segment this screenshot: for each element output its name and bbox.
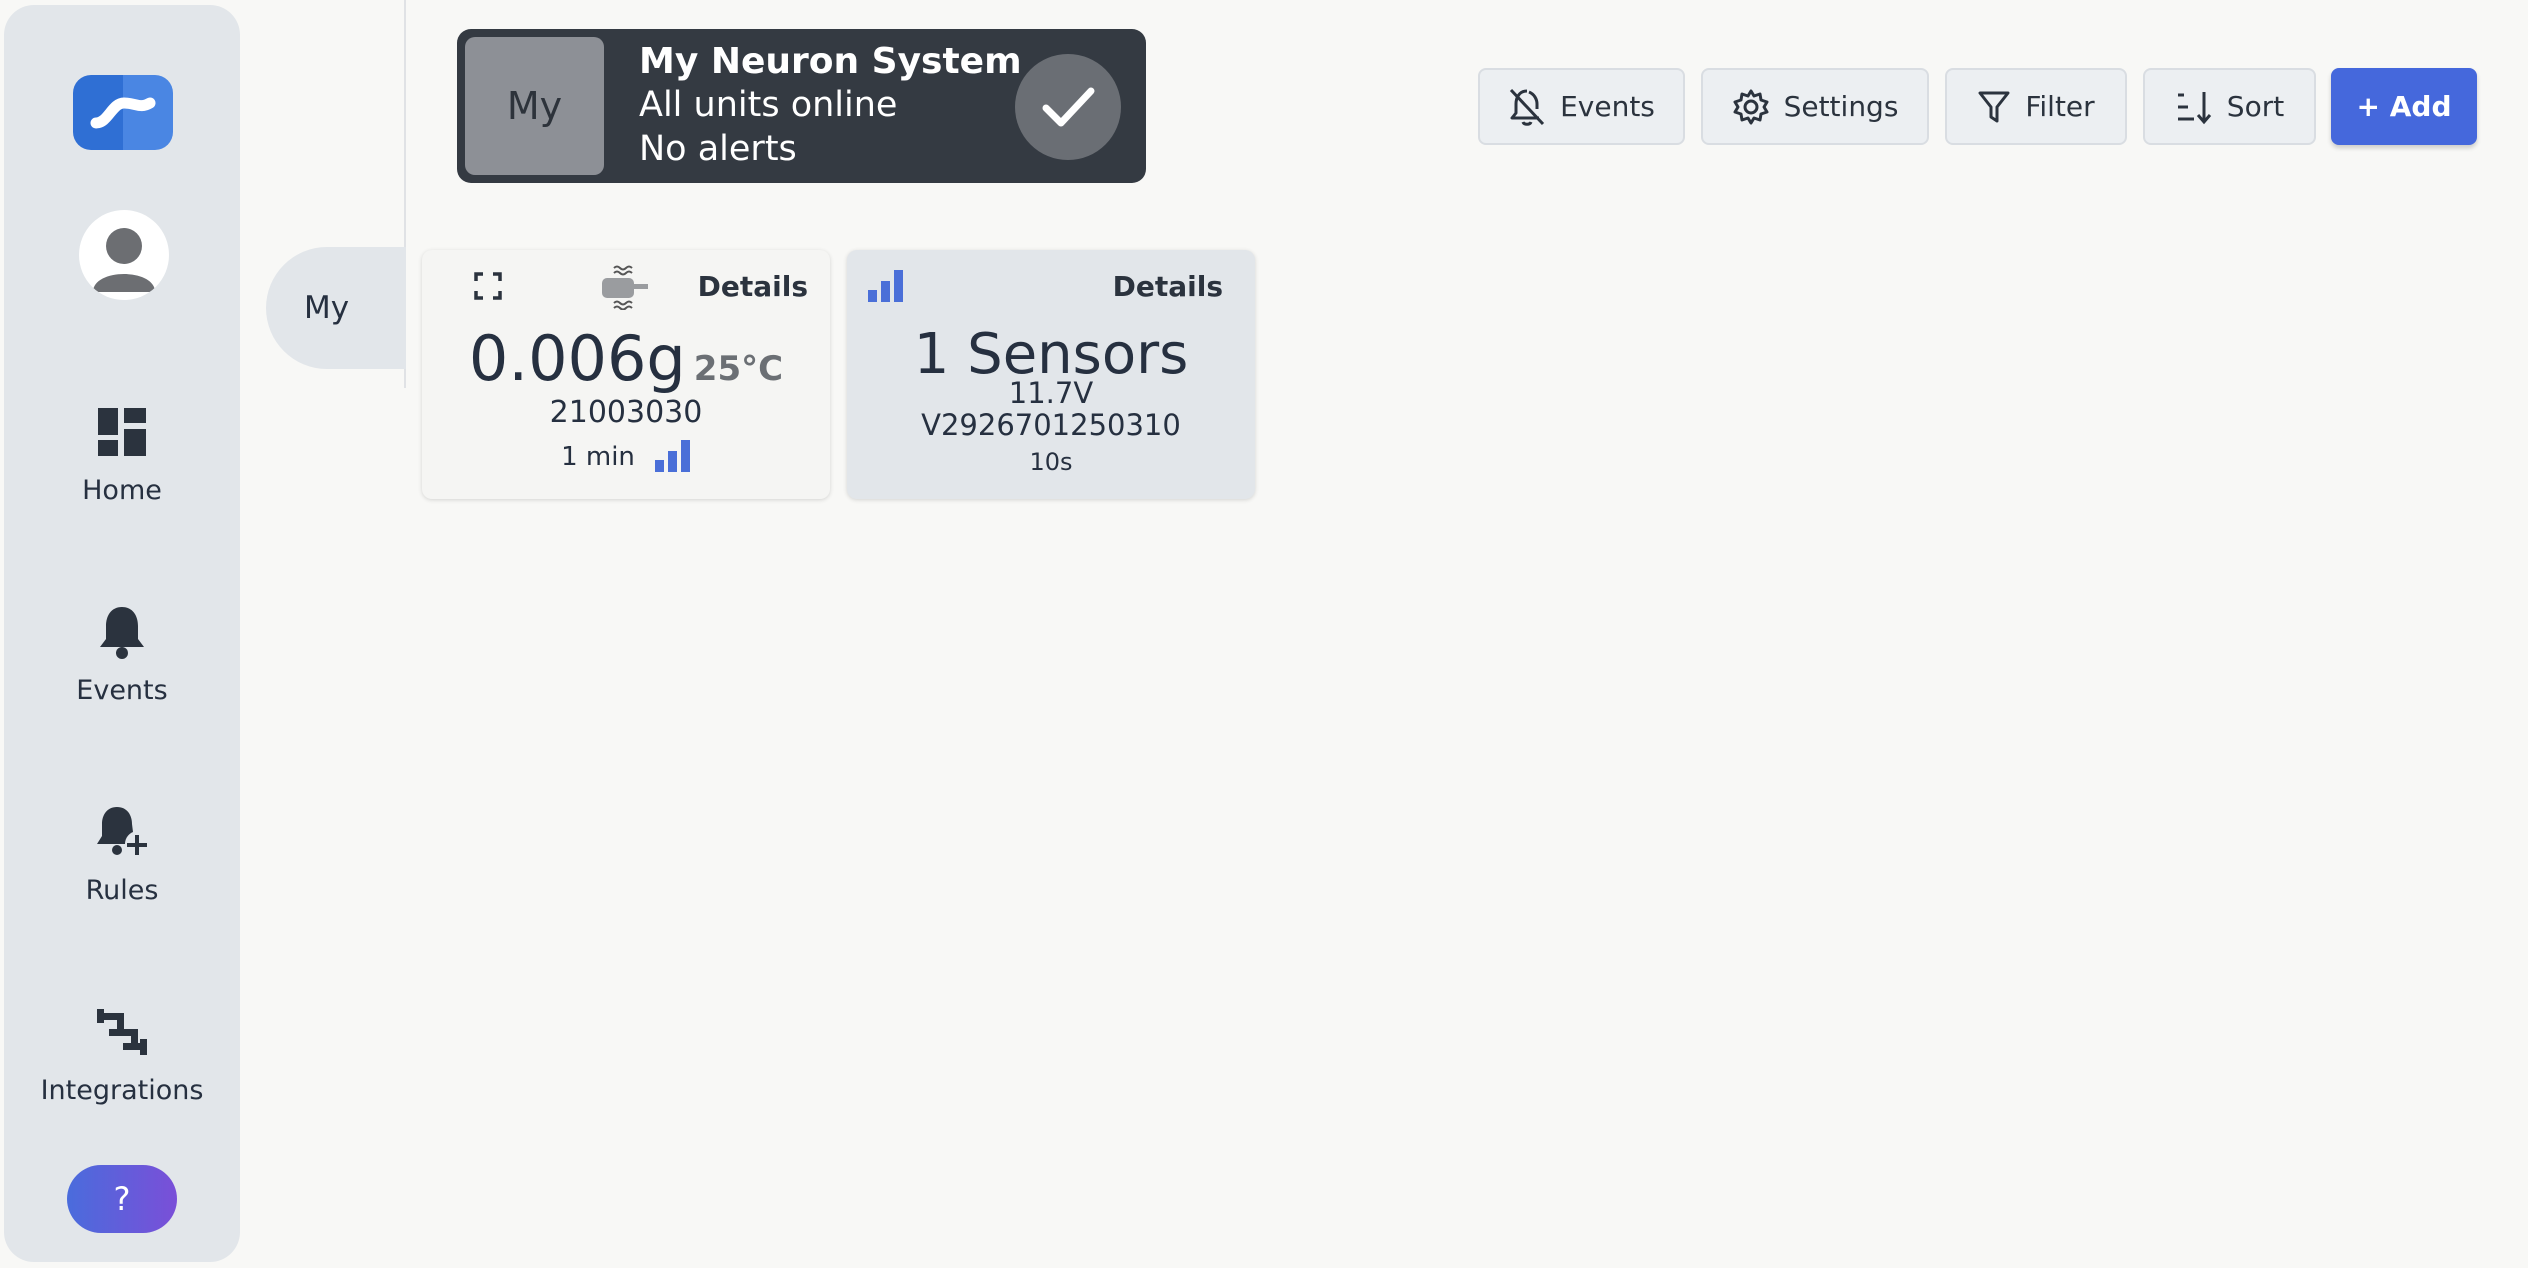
filter-icon xyxy=(1978,91,2010,122)
sort-button[interactable]: Sort xyxy=(2143,68,2316,145)
filter-button[interactable]: Filter xyxy=(1945,68,2127,145)
logo-mark-icon xyxy=(90,96,156,128)
reading-row: 0.006g 25°C xyxy=(422,322,830,395)
app-logo[interactable] xyxy=(73,75,173,150)
system-title: My Neuron System xyxy=(639,41,1022,82)
temperature-reading: 25°C xyxy=(693,349,784,389)
signal-icon xyxy=(654,440,690,472)
group-tab-my[interactable]: My xyxy=(266,247,406,369)
gateway-card[interactable]: Details 1 Sensors 11.7V V2926701250310 1… xyxy=(847,250,1255,499)
events-button[interactable]: Events xyxy=(1478,68,1685,145)
bell-plus-icon xyxy=(93,803,151,861)
system-status-banner[interactable]: My My Neuron System All units online No … xyxy=(457,29,1146,183)
gear-icon xyxy=(1733,89,1769,124)
acceleration-reading: 0.006g xyxy=(468,322,686,395)
sensor-card[interactable]: Details 0.006g 25°C 21003030 1 min xyxy=(422,250,830,499)
bell-icon xyxy=(93,603,151,661)
filter-button-label: Filter xyxy=(2025,90,2095,123)
settings-button-label: Settings xyxy=(1783,90,1899,123)
help-button[interactable]: ? xyxy=(67,1165,177,1233)
integrations-icon xyxy=(93,1003,151,1061)
signal-icon xyxy=(868,270,904,306)
card-details-link[interactable]: Details xyxy=(1113,270,1223,303)
settings-button[interactable]: Settings xyxy=(1701,68,1929,145)
nav-integrations[interactable]: Integrations xyxy=(4,1003,240,1106)
nav-integrations-label: Integrations xyxy=(40,1075,204,1106)
sidebar: Home Events Rules Integrations ? xyxy=(4,5,240,1262)
nav-events[interactable]: Events xyxy=(4,603,240,706)
vibration-sensor-icon xyxy=(600,264,650,314)
card-details-link[interactable]: Details xyxy=(698,270,808,303)
last-seen: 10s xyxy=(1029,448,1073,476)
dashboard-icon xyxy=(93,403,151,461)
check-icon xyxy=(1015,54,1121,160)
gateway-serial: V2926701250310 xyxy=(921,408,1181,442)
bell-off-icon xyxy=(1510,88,1545,126)
nav-rules-label: Rules xyxy=(85,875,159,906)
nav-events-label: Events xyxy=(76,675,168,706)
add-button[interactable]: + Add xyxy=(2331,68,2477,145)
last-seen: 1 min xyxy=(561,442,635,472)
nav-rules[interactable]: Rules xyxy=(4,803,240,906)
expand-icon[interactable] xyxy=(474,272,502,304)
app-page: Home Events Rules Integrations ? My My M… xyxy=(0,0,2528,1268)
user-avatar[interactable] xyxy=(79,210,169,300)
gateway-voltage: 11.7V xyxy=(1008,376,1094,410)
sort-button-label: Sort xyxy=(2226,90,2285,123)
status-row: 1 min xyxy=(422,440,830,472)
sensor-serial: 21003030 xyxy=(549,395,703,430)
user-icon xyxy=(93,228,155,292)
events-button-label: Events xyxy=(1560,90,1655,123)
nav-home[interactable]: Home xyxy=(4,403,240,506)
nav-home-label: Home xyxy=(82,475,162,506)
system-thumbnail: My xyxy=(465,37,604,175)
system-status-alerts: No alerts xyxy=(639,129,797,169)
sort-icon xyxy=(2177,91,2211,124)
system-status-units: All units online xyxy=(639,85,898,125)
